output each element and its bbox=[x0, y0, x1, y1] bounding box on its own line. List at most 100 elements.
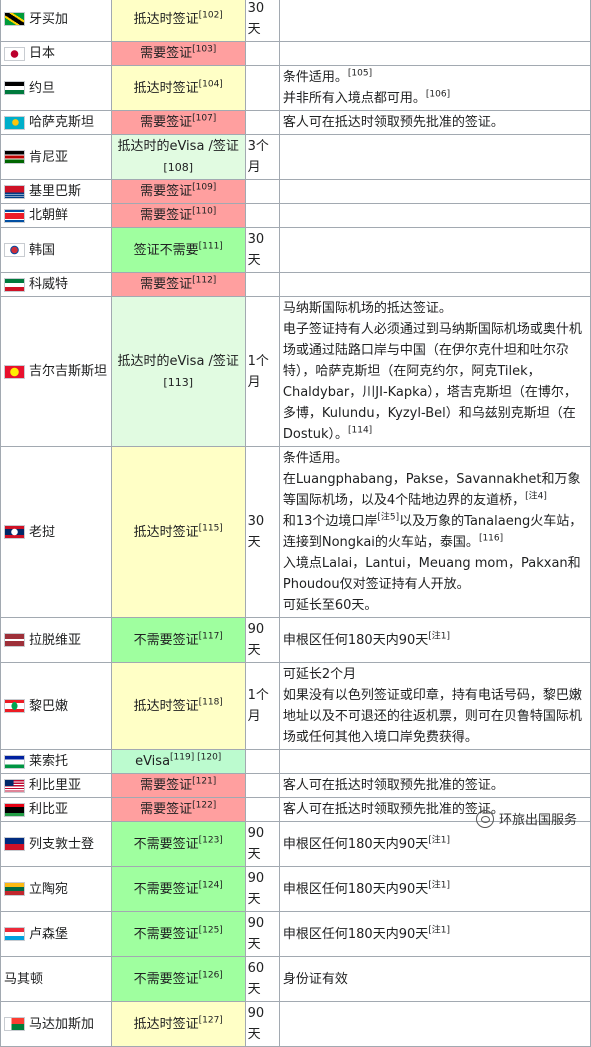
reference-link[interactable]: [111] bbox=[199, 241, 223, 251]
reference-link[interactable]: [122] bbox=[192, 801, 216, 811]
flag-lesotho-icon bbox=[4, 754, 25, 769]
visa-status-cell: 签证不需要[111] bbox=[110, 227, 246, 273]
reference-link[interactable]: [102] bbox=[199, 10, 223, 20]
country-link[interactable]: 科威特 bbox=[29, 277, 68, 292]
note-text: 申根区任何180天内90天 bbox=[282, 926, 429, 942]
flag-latvia-icon bbox=[4, 633, 25, 647]
reference-link[interactable]: [125] bbox=[199, 925, 223, 935]
country-cell: 卢森堡 bbox=[0, 911, 112, 957]
duration-cell bbox=[244, 797, 280, 822]
notes-cell: 申根区任何180天内90天[注1] bbox=[278, 866, 591, 912]
duration-cell bbox=[244, 749, 280, 774]
country-link[interactable]: 北朝鲜 bbox=[29, 208, 68, 223]
note-text: 身份证有效 bbox=[282, 971, 348, 987]
visa-status-cell: eVisa[119] [120] bbox=[110, 749, 246, 774]
country-link[interactable]: 肯尼亚 bbox=[29, 150, 68, 165]
country-link[interactable]: 利比里亚 bbox=[29, 778, 81, 793]
reference-link[interactable]: [103] bbox=[192, 45, 216, 55]
country-link[interactable]: 拉脱维亚 bbox=[29, 633, 81, 648]
reference-link[interactable]: [109] bbox=[192, 183, 216, 193]
reference-link[interactable]: [117] bbox=[199, 631, 223, 641]
duration-cell bbox=[244, 773, 280, 798]
note-text: 申根区任何180天内90天 bbox=[282, 836, 429, 852]
country-link[interactable]: 列支敦士登 bbox=[29, 837, 94, 852]
visa-status: 不需要签证 bbox=[133, 971, 199, 987]
country-link[interactable]: 马达加斯加 bbox=[29, 1017, 94, 1032]
visa-status-cell: 需要签证[110] bbox=[110, 203, 246, 228]
table-row: 列支敦士登 不需要签证[123] 90天 申根区任何180天内90天[注1] bbox=[0, 821, 591, 867]
note-reference-link[interactable]: [注1] bbox=[428, 880, 450, 890]
reference-link[interactable]: [115] bbox=[199, 523, 223, 533]
note-text: 条件适用。 bbox=[282, 70, 348, 85]
notes-cell: 申根区任何180天内90天[注1] bbox=[278, 617, 591, 663]
country-link[interactable]: 约旦 bbox=[29, 81, 55, 96]
notes-cell: 申根区任何180天内90天[注1] bbox=[278, 821, 591, 867]
note-text: 电子签证持有人必须通过到马纳斯国际机场或奥什机场或通过陆路口岸与中国（在伊尔克什… bbox=[282, 322, 582, 442]
reference-link[interactable]: [126] bbox=[199, 970, 223, 980]
reference-link[interactable]: [108] bbox=[163, 161, 193, 174]
note-reference-link[interactable]: [注1] bbox=[428, 925, 450, 935]
country-link[interactable]: 基里巴斯 bbox=[29, 184, 81, 199]
country-link[interactable]: 韩国 bbox=[29, 243, 55, 258]
visa-status-cell: 不需要签证[123] bbox=[110, 821, 246, 867]
country-cell: 马达加斯加 bbox=[0, 1001, 112, 1047]
reference-link[interactable]: [110] bbox=[192, 207, 216, 217]
country-cell: 老挝 bbox=[0, 446, 112, 618]
country-link[interactable]: 莱索托 bbox=[29, 754, 68, 769]
note-reference-link[interactable]: [注1] bbox=[428, 835, 450, 845]
reference-link[interactable]: [113] bbox=[163, 376, 193, 389]
country-link[interactable]: 卢森堡 bbox=[29, 927, 68, 942]
note-reference-link[interactable]: [注1] bbox=[428, 631, 450, 641]
reference-link[interactable]: [127] bbox=[199, 1015, 223, 1025]
flag-kiribati-icon bbox=[4, 184, 25, 199]
reference-link[interactable]: [118] bbox=[199, 697, 223, 707]
visa-status: 签证不需要 bbox=[133, 242, 199, 258]
duration-cell bbox=[244, 203, 280, 228]
note-reference-link[interactable]: [106] bbox=[426, 90, 450, 100]
note-reference-link[interactable]: [114] bbox=[348, 426, 372, 436]
reference-link[interactable]: [104] bbox=[199, 79, 223, 89]
flag-jamaica-icon bbox=[4, 12, 25, 26]
visa-status: 抵达时签证 bbox=[133, 1016, 199, 1032]
flag-lithuania-icon bbox=[4, 882, 25, 896]
reference-link[interactable]: [123] bbox=[199, 835, 223, 845]
note-reference-link[interactable]: [105] bbox=[348, 69, 372, 79]
flag-japan-icon bbox=[4, 46, 25, 61]
country-link[interactable]: 日本 bbox=[29, 46, 55, 61]
note-reference-link[interactable]: [注5] bbox=[377, 513, 399, 523]
table-row: 约旦 抵达时签证[104] 条件适用。[105] 并非所有入境点都可用。[106] bbox=[0, 65, 591, 111]
visa-status: 抵达时签证 bbox=[133, 524, 199, 540]
country-link[interactable]: 哈萨克斯坦 bbox=[29, 115, 94, 130]
reference-link[interactable]: [121] bbox=[192, 777, 216, 787]
note-text: 申根区任何180天内90天 bbox=[282, 632, 429, 648]
reference-link[interactable]: [119] [120] bbox=[170, 753, 221, 763]
visa-status-cell: 需要签证[112] bbox=[110, 272, 246, 297]
country-link[interactable]: 立陶宛 bbox=[29, 882, 68, 897]
visa-requirements-table: 牙买加 抵达时签证[102] 30天 日本 需要签证[103] 约旦 抵达时签证[104] 条… bbox=[0, 0, 591, 1047]
flag-kuwait-icon bbox=[4, 277, 25, 292]
note-text: 和13个边境口岸 bbox=[282, 514, 378, 529]
table-row: 肯尼亚 抵达时的eVisa /签证 [108] 3个月 bbox=[0, 134, 591, 180]
flag-north-korea-icon bbox=[4, 208, 25, 223]
notes-cell bbox=[278, 227, 591, 273]
country-link[interactable]: 黎巴嫩 bbox=[29, 699, 68, 714]
duration-cell: 1个月 bbox=[244, 662, 280, 750]
table-row: 北朝鲜 需要签证[110] bbox=[0, 203, 591, 228]
notes-cell bbox=[278, 0, 591, 42]
duration-cell: 90天 bbox=[244, 866, 280, 912]
table-row: 马其顿 不需要签证[126] 60天 身份证有效 bbox=[0, 956, 591, 1002]
country-link[interactable]: 马其顿 bbox=[4, 972, 43, 987]
reference-link[interactable]: [112] bbox=[192, 276, 216, 286]
country-link[interactable]: 牙买加 bbox=[29, 12, 68, 27]
notes-cell bbox=[278, 41, 591, 66]
visa-status: 不需要签证 bbox=[133, 881, 199, 897]
flag-kenya-icon bbox=[4, 150, 25, 164]
note-reference-link[interactable]: [注4] bbox=[525, 492, 547, 502]
country-link[interactable]: 利比亚 bbox=[29, 802, 68, 817]
country-cell: 列支敦士登 bbox=[0, 821, 112, 867]
country-link[interactable]: 老挝 bbox=[29, 525, 55, 540]
country-link[interactable]: 吉尔吉斯斯坦 bbox=[29, 364, 107, 379]
note-reference-link[interactable]: [116] bbox=[479, 534, 503, 544]
reference-link[interactable]: [124] bbox=[199, 880, 223, 890]
reference-link[interactable]: [107] bbox=[192, 114, 216, 124]
